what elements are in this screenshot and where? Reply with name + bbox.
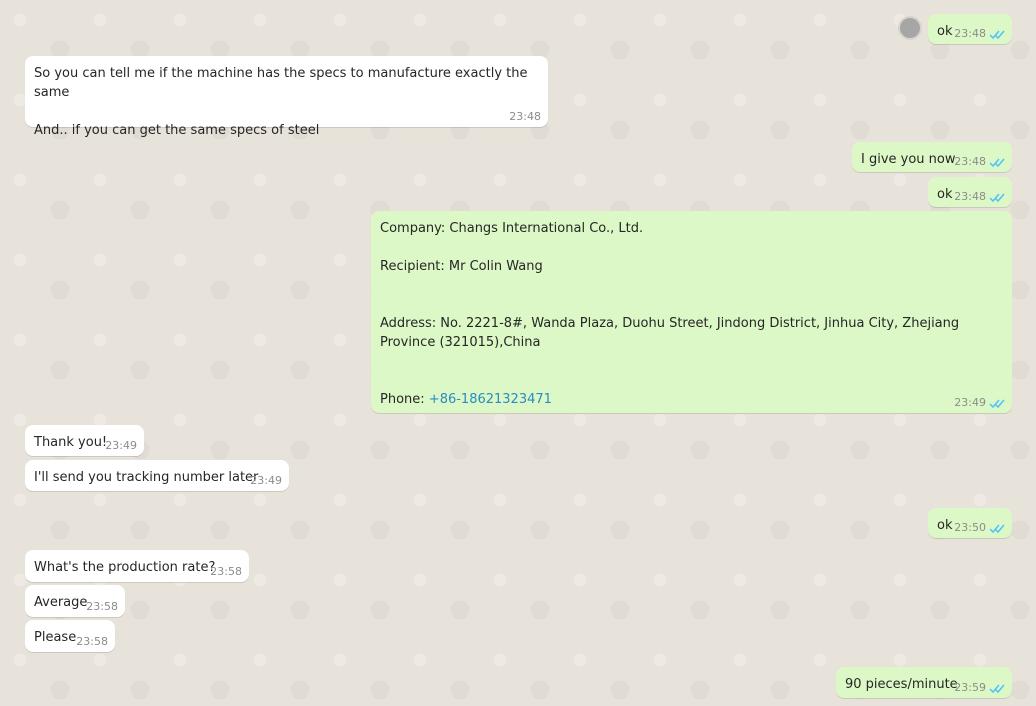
message-text: Average (34, 595, 88, 610)
emoji-reaction-icon[interactable] (898, 16, 922, 40)
read-receipt-icon (989, 683, 1005, 694)
message-outgoing[interactable]: ok 23:48 (928, 14, 1012, 44)
message-time: 23:48 (509, 110, 541, 123)
message-text: Please (34, 630, 77, 645)
read-receipt-icon (989, 192, 1005, 203)
message-time: 23:48 (954, 27, 986, 40)
message-text: ok (937, 518, 953, 533)
message-time: 23:49 (954, 396, 986, 409)
recipient-line: Recipient: Mr Colin Wang (380, 259, 543, 274)
message-time: 23:58 (86, 600, 118, 613)
message-time: 23:48 (954, 190, 986, 203)
message-incoming[interactable]: So you can tell me if the machine has th… (25, 56, 548, 138)
message-text: I give you now (861, 152, 956, 167)
message-incoming[interactable]: I'll send you tracking number later 23:4… (25, 460, 289, 491)
phone-link[interactable]: +86-18621323471 (429, 392, 552, 407)
address-line: Address: No. 2221-8#, Wanda Plaza, Duohu… (380, 316, 960, 350)
message-outgoing-address[interactable]: Company: Changs International Co., Ltd. … (371, 211, 1012, 413)
phone-label: Phone: (380, 392, 429, 407)
phone-line: Phone: +86-18621323471 (380, 390, 1003, 409)
message-text: ok (937, 187, 953, 202)
message-time: 23:48 (954, 155, 986, 168)
message-time: 23:49 (105, 439, 137, 452)
message-time: 23:59 (954, 681, 986, 694)
message-text: Thank you! (34, 435, 108, 450)
message-outgoing[interactable]: ok 23:50 (928, 508, 1012, 538)
message-text: 90 pieces/minute (845, 677, 958, 692)
read-receipt-icon (989, 157, 1005, 168)
company-line: Company: Changs International Co., Ltd. (380, 221, 644, 236)
read-receipt-icon (989, 398, 1005, 409)
message-time: 23:58 (210, 565, 242, 578)
message-outgoing[interactable]: 90 pieces/minute 23:59 (836, 667, 1012, 698)
message-incoming[interactable]: Please 23:58 (25, 620, 115, 652)
message-text: ok (937, 24, 953, 39)
message-text: So you can tell me if the machine has th… (34, 66, 528, 138)
message-time: 23:49 (250, 474, 282, 487)
message-incoming[interactable]: Average 23:58 (25, 585, 125, 617)
message-text: I'll send you tracking number later (34, 470, 259, 485)
message-text: What's the production rate? (34, 560, 216, 575)
message-incoming[interactable]: What's the production rate? 23:58 (25, 550, 249, 582)
read-receipt-icon (989, 523, 1005, 534)
read-receipt-icon (989, 29, 1005, 40)
message-time: 23:58 (76, 635, 108, 648)
message-time: 23:50 (954, 521, 986, 534)
message-incoming[interactable]: Thank you! 23:49 (25, 425, 144, 456)
message-outgoing[interactable]: ok 23:48 (928, 177, 1012, 207)
message-outgoing[interactable]: I give you now 23:48 (852, 142, 1012, 172)
